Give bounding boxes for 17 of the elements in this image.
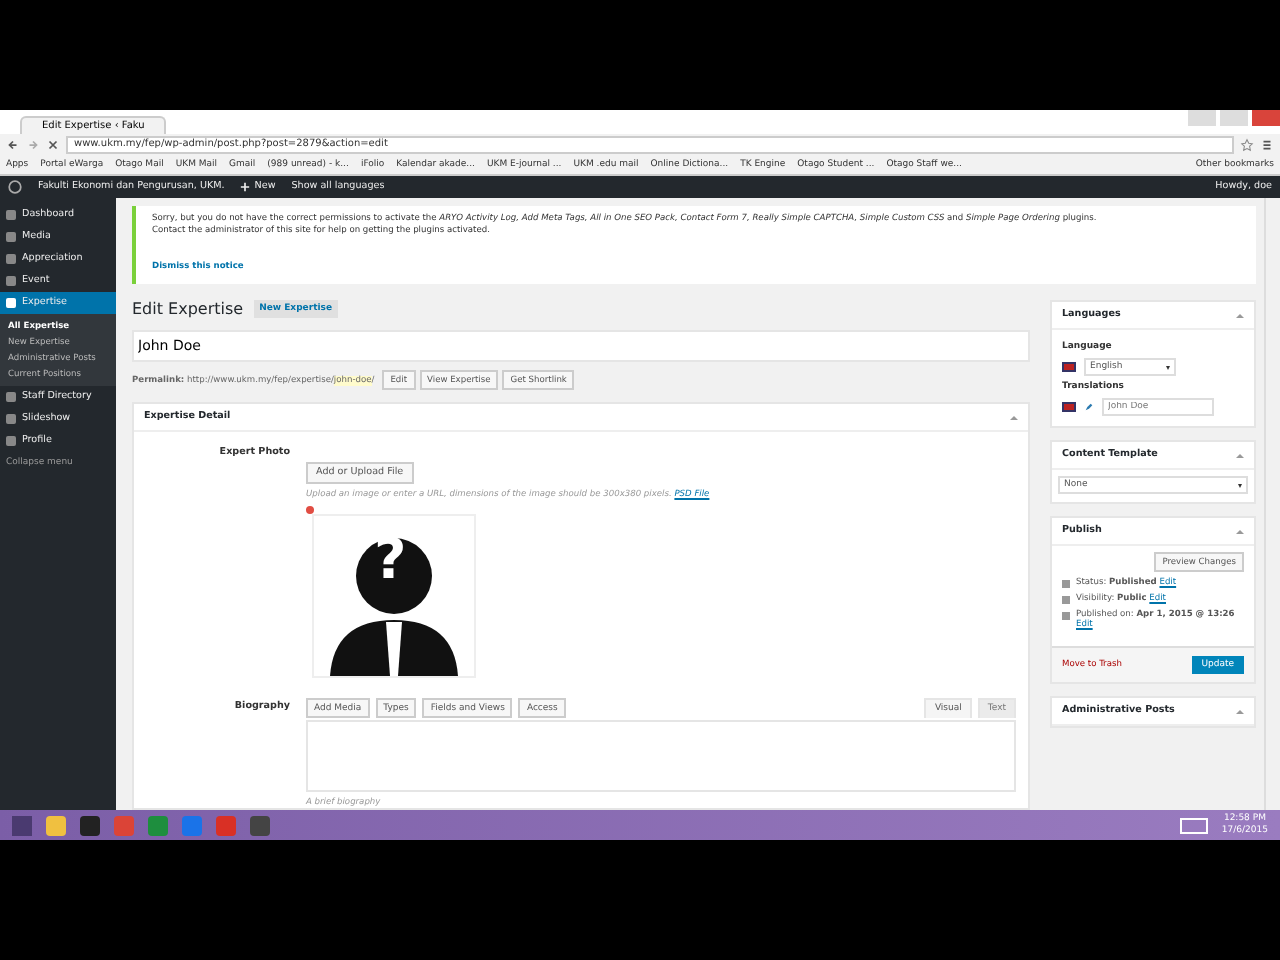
back-icon[interactable]	[6, 138, 20, 152]
plus-icon	[240, 182, 251, 192]
pencil-icon[interactable]	[1084, 402, 1094, 412]
forward-icon[interactable]	[26, 138, 40, 152]
page-title: Edit Expertise	[132, 300, 244, 318]
wordpress-logo-icon[interactable]	[8, 180, 22, 194]
menu-icon[interactable]	[1260, 138, 1274, 152]
star-icon[interactable]	[1240, 138, 1254, 152]
taskbar-app-icon[interactable]	[80, 815, 100, 835]
keyboard-icon[interactable]	[1179, 817, 1208, 833]
flag-icon	[1062, 401, 1076, 413]
start-button[interactable]	[12, 815, 32, 835]
remove-icon[interactable]	[306, 506, 314, 514]
taskbar-app-icon[interactable]	[250, 815, 270, 835]
flag-icon	[1062, 361, 1076, 373]
close-icon[interactable]	[46, 138, 60, 152]
taskbar-app-icon[interactable]	[46, 815, 66, 835]
